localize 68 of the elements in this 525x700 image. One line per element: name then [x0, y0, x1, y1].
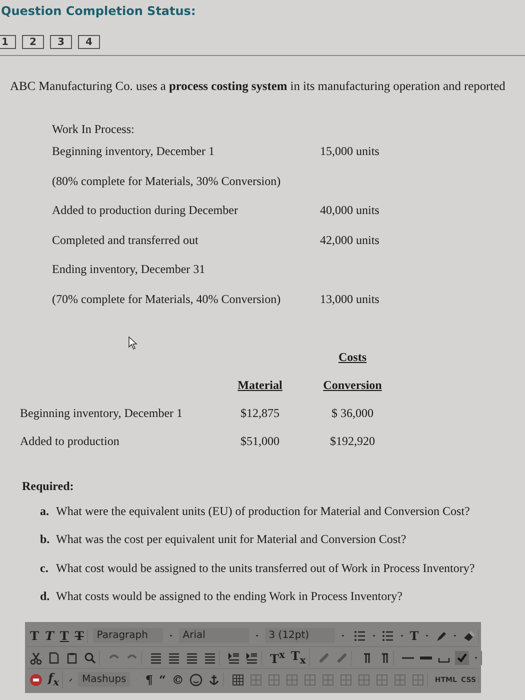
paste-icon[interactable] — [65, 650, 79, 665]
align-icon[interactable] — [203, 650, 217, 665]
eraser-icon[interactable] — [462, 628, 476, 643]
text-style-button[interactable]: T — [29, 628, 40, 643]
units-value: 15,000 units — [320, 144, 380, 160]
mouse-pointer-icon — [128, 336, 138, 350]
mashups-dropdown[interactable]: Mashups — [78, 672, 130, 688]
toolbar-dropdown[interactable]: Paragraph — [92, 628, 163, 644]
units-value: 13,000 units — [320, 292, 380, 308]
symbol-button[interactable]: © — [170, 672, 185, 687]
intro-paragraph: ABC Manufacturing Co. uses a process costing system in its manufacturing operation and reported — [10, 79, 506, 94]
question-number-button[interactable]: 1 — [0, 35, 16, 49]
item-letter: b. — [40, 532, 50, 548]
row-label: Completed and transferred out — [52, 232, 200, 249]
record-icon[interactable] — [29, 672, 43, 687]
row-label: Added to production — [20, 434, 120, 450]
question-text: What costs would be assigned to the ending Work in Process Inventory? — [56, 589, 402, 604]
smiley-icon[interactable] — [188, 672, 203, 687]
copy-icon[interactable] — [47, 650, 61, 665]
search-icon[interactable] — [83, 650, 97, 665]
section-heading: Work In Process: — [52, 122, 136, 138]
formula-button[interactable]: f$_{x}$ — [47, 670, 60, 688]
item-letter: c. — [40, 560, 50, 576]
units-value: 40,000 units — [320, 203, 380, 220]
status-title: Question Completion Status: — [1, 4, 196, 18]
cost-value: $12,875 — [240, 406, 280, 422]
align-icon[interactable] — [167, 650, 181, 665]
cost-value: $ 36,000 — [330, 406, 374, 422]
align-icon[interactable] — [185, 650, 199, 665]
indent-icon[interactable] — [227, 650, 241, 665]
question-number-button[interactable]: 2 — [22, 35, 44, 49]
spellcheck-icon[interactable] — [454, 650, 469, 665]
symbol-button[interactable]: ¶ — [144, 672, 154, 687]
row-label: (80% complete for Materials, 30% Conversion) — [52, 174, 282, 190]
cost-value: $192,920 — [329, 434, 376, 450]
toolbar-dropdown[interactable]: 3 (12pt) — [264, 628, 335, 644]
anchor-icon[interactable] — [206, 672, 221, 687]
cut-icon[interactable] — [29, 650, 43, 665]
units-value: 42,000 units — [320, 232, 380, 249]
row-label: Beginning inventory, December 1 — [20, 406, 184, 422]
text-style-button[interactable]: T — [74, 628, 85, 643]
outdent-icon[interactable] — [245, 650, 259, 665]
text-style-button[interactable]: T — [58, 628, 70, 643]
script-button[interactable]: T$_{x}$ — [290, 648, 307, 666]
question-number-button[interactable]: 3 — [50, 35, 72, 49]
column-heading: Material — [236, 378, 284, 394]
question-text: What was the cost per equivalent unit for Material and Conversion Cost? — [56, 532, 406, 548]
row-label: Beginning inventory, December 1 — [52, 144, 216, 160]
row-label: Added to production during December — [52, 203, 239, 220]
question-text: What cost would be assigned to the units transferred out of Work in Process Inventory? — [56, 560, 475, 576]
column-heading: Conversion — [322, 378, 383, 394]
font-color-button[interactable]: T — [408, 628, 420, 643]
align-icon[interactable] — [149, 650, 163, 665]
bulleted-list-icon[interactable] — [352, 628, 367, 643]
column-group-heading: Costs — [337, 350, 368, 366]
symbol-button[interactable]: “ — [158, 672, 167, 687]
text-style-button[interactable]: T — [44, 628, 55, 643]
question-text: What were the equivalent units (EU) of production for Material and Conversion Cost? — [56, 504, 470, 519]
cost-value: $51,000 — [240, 434, 280, 450]
question-number-button[interactable]: 4 — [78, 35, 100, 49]
item-letter: d. — [40, 589, 50, 604]
script-button[interactable]: T$^{x}$ — [269, 650, 286, 666]
table-icon[interactable] — [230, 672, 245, 687]
toolbar-dropdown[interactable]: Arial — [178, 628, 249, 644]
required-heading: Required: — [22, 478, 75, 494]
row-label: (70% complete for Materials, 40% Conversion) — [52, 292, 282, 308]
item-letter: a. — [40, 504, 50, 519]
row-label: Ending inventory, December 31 — [52, 262, 206, 278]
